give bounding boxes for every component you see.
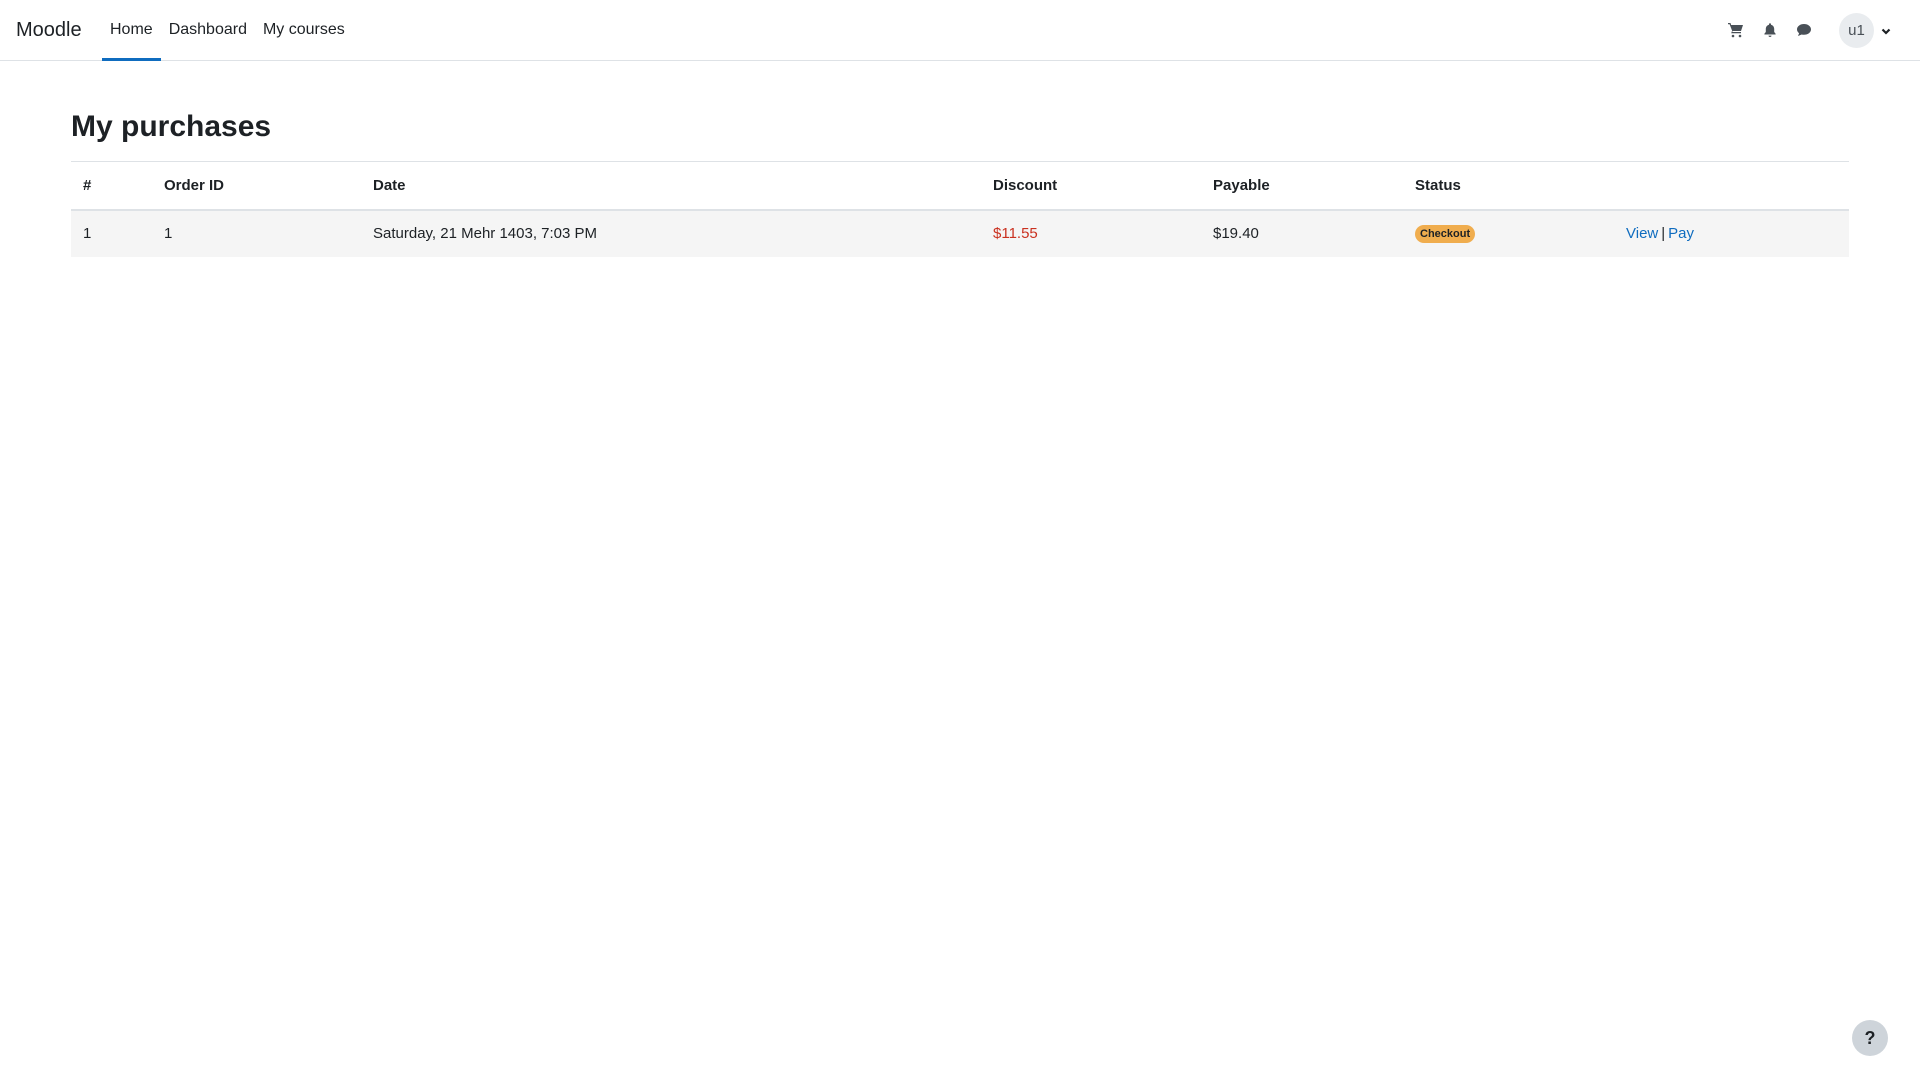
table-header-row: # Order ID Date Discount Payable Status — [71, 161, 1849, 211]
nav-home[interactable]: Home — [102, 0, 161, 61]
action-separator: | — [1661, 225, 1666, 242]
cell-order-id: 1 — [152, 209, 361, 257]
cell-status: Checkout — [1403, 209, 1614, 257]
primary-navigation: Home Dashboard My courses — [102, 0, 353, 61]
page-title: My purchases — [71, 110, 272, 143]
cart-icon[interactable] — [1719, 13, 1753, 47]
cell-date: Saturday, 21 Mehr 1403, 7:03 PM — [361, 209, 981, 257]
help-button[interactable]: ? — [1852, 1020, 1888, 1056]
column-header-discount: Discount — [981, 161, 1201, 211]
column-header-status: Status — [1403, 161, 1614, 211]
cell-discount: $11.55 — [981, 209, 1201, 257]
chat-icon[interactable] — [1787, 13, 1821, 47]
column-header-date: Date — [361, 161, 981, 211]
status-badge: Checkout — [1415, 225, 1476, 243]
pay-link[interactable]: Pay — [1668, 225, 1694, 242]
column-header-payable: Payable — [1201, 161, 1403, 211]
view-link[interactable]: View — [1626, 225, 1658, 242]
avatar: u1 — [1839, 12, 1874, 48]
bell-icon[interactable] — [1753, 13, 1787, 47]
user-menu-toggle[interactable]: u1 — [1839, 12, 1892, 48]
cell-payable: $19.40 — [1201, 209, 1403, 257]
site-brand[interactable]: Moodle — [16, 0, 82, 60]
purchases-table: # Order ID Date Discount Payable Status … — [71, 161, 1849, 257]
column-header-actions — [1614, 161, 1849, 211]
table-row: 1 1 Saturday, 21 Mehr 1403, 7:03 PM $11.… — [71, 209, 1849, 257]
chevron-down-icon — [1880, 24, 1892, 36]
nav-dashboard[interactable]: Dashboard — [161, 0, 255, 60]
cell-actions: View | Pay — [1614, 209, 1849, 257]
column-header-order-id: Order ID — [152, 161, 361, 211]
navbar-icons: u1 — [1719, 0, 1920, 60]
nav-my-courses[interactable]: My courses — [255, 0, 353, 60]
top-navbar: Moodle Home Dashboard My courses u1 — [0, 0, 1920, 61]
cell-index: 1 — [71, 209, 152, 257]
column-header-index: # — [71, 161, 152, 211]
